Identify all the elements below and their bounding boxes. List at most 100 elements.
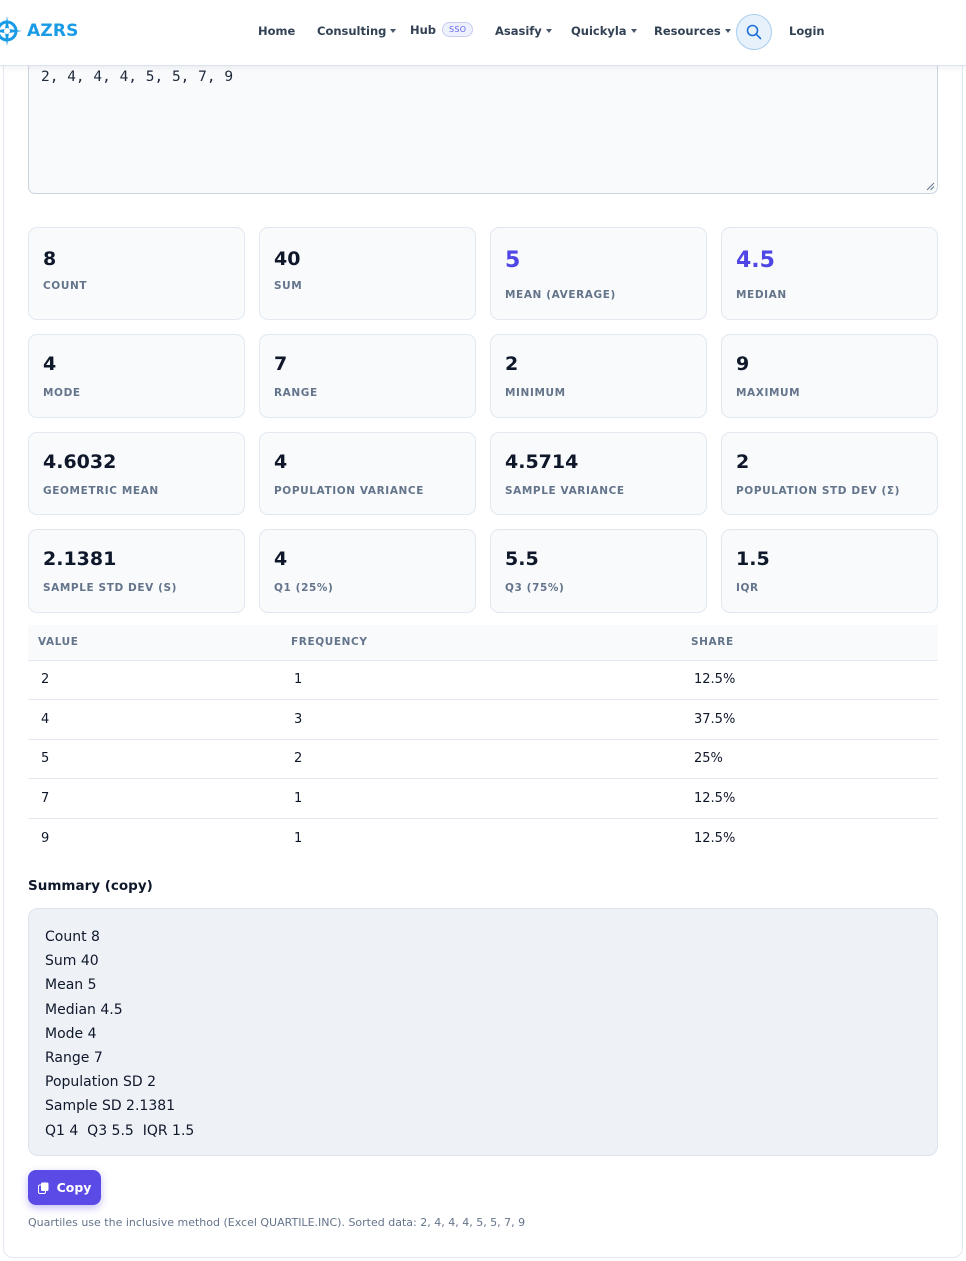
summary-line: Range 7 [45, 1050, 103, 1067]
stat-value: 8 [43, 248, 57, 270]
column-header-value: VALUE [28, 625, 281, 661]
stat-card: 2.1381 SAMPLE STD DEV (S) [28, 529, 245, 613]
nav-consulting[interactable]: Consulting [317, 24, 397, 38]
summary-text-box[interactable]: Count 8 Sum 40 Mean 5 Median 4.5 Mode 4 Range… [28, 908, 938, 1156]
stat-value: 4.5 [736, 248, 775, 273]
data-input-value: 2, 4, 4, 4, 5, 5, 7, 9 [41, 69, 234, 85]
cell-frequency: 3 [281, 699, 681, 740]
stat-label: SUM [274, 280, 303, 292]
caret-down-icon [630, 29, 637, 33]
nav-quickyla[interactable]: Quickyla [571, 24, 637, 38]
nav-resources-label: Resources [654, 24, 721, 38]
stat-label: SAMPLE STD DEV (S) [43, 582, 178, 594]
caret-down-icon [545, 29, 552, 33]
stat-value: 4 [43, 353, 57, 375]
data-input-textarea[interactable]: 2, 4, 4, 4, 5, 5, 7, 9 [28, 45, 938, 194]
table-row: 7 1 12.5% [28, 778, 938, 819]
login-link[interactable]: Login [789, 24, 825, 38]
cell-frequency: 1 [281, 660, 681, 700]
summary-line: Sum 40 [45, 953, 99, 970]
column-header-frequency: FREQUENCY [281, 625, 681, 661]
cell-value: 4 [28, 699, 281, 740]
copy-button[interactable]: Copy [28, 1170, 101, 1205]
stat-label: RANGE [274, 387, 318, 399]
stat-value: 4 [274, 451, 288, 473]
cell-share: 25% [681, 739, 938, 779]
stat-label: COUNT [43, 280, 88, 292]
cell-share: 37.5% [681, 699, 938, 740]
search-icon [746, 24, 762, 40]
cell-value: 5 [28, 739, 281, 779]
stat-label: MINIMUM [505, 387, 566, 399]
stat-value: 2.1381 [43, 548, 117, 570]
stat-card: 40 SUM [259, 227, 476, 320]
brand-logo-icon [0, 14, 24, 48]
cell-share: 12.5% [681, 660, 938, 700]
stat-value: 7 [274, 353, 288, 375]
stat-card: 4.6032 GEOMETRIC MEAN [28, 432, 245, 515]
stat-value: 40 [274, 248, 301, 270]
stat-label: MEDIAN [736, 289, 787, 301]
stat-card: 4 Q1 (25%) [259, 529, 476, 613]
login-label: Login [789, 24, 825, 38]
stat-card: 4 MODE [28, 334, 245, 418]
nav-asasify-label: Asasify [495, 24, 542, 38]
summary-line: Mean 5 [45, 977, 97, 994]
stat-label: SAMPLE VARIANCE [505, 485, 625, 497]
stat-label: GEOMETRIC MEAN [43, 485, 159, 497]
table-row: 9 1 12.5% [28, 818, 938, 858]
nav-hub[interactable]: Hub SSO [410, 22, 474, 37]
quartile-footnote: Quartiles use the inclusive method (Exce… [28, 1216, 526, 1229]
sso-badge: SSO [442, 22, 474, 37]
search-button[interactable] [736, 14, 772, 50]
summary-line: Count 8 [45, 929, 100, 945]
table-row: 2 1 12.5% [28, 660, 938, 700]
stat-value: 2 [736, 451, 750, 473]
stat-value: 4.6032 [43, 451, 117, 473]
cell-frequency: 1 [281, 778, 681, 819]
stat-card: 4.5 MEDIAN [721, 227, 938, 320]
nav-resources[interactable]: Resources [654, 24, 731, 38]
nav-consulting-label: Consulting [317, 24, 387, 38]
stat-label: Q1 (25%) [274, 582, 334, 594]
stat-card: 8 COUNT [28, 227, 245, 320]
stat-value: 1.5 [736, 548, 770, 570]
table-row: 4 3 37.5% [28, 699, 938, 740]
nav-home[interactable]: Home [258, 24, 295, 38]
brand-link[interactable]: AZRS [0, 14, 79, 48]
stat-value: 4.5714 [505, 451, 579, 473]
stat-value: 9 [736, 353, 750, 375]
stat-card: 5 MEAN (AVERAGE) [490, 227, 707, 320]
stat-card: 4.5714 SAMPLE VARIANCE [490, 432, 707, 515]
table-row: 5 2 25% [28, 739, 938, 779]
resize-grip-icon[interactable] [926, 182, 935, 191]
stat-label: IQR [736, 582, 759, 594]
summary-line: Median 4.5 [45, 1001, 123, 1018]
copy-button-label: Copy [56, 1180, 92, 1195]
cell-share: 12.5% [681, 778, 938, 819]
summary-line: Sample SD 2.1381 [45, 1098, 176, 1115]
cell-value: 9 [41, 830, 50, 846]
brand-name: AZRS [27, 21, 79, 41]
summary-line: Q1 4 Q3 5.5 IQR 1.5 [45, 1122, 195, 1139]
summary-line: Mode 4 [45, 1025, 97, 1042]
stat-label: MEAN (AVERAGE) [505, 289, 616, 301]
summary-title: Summary (copy) [28, 878, 153, 894]
nav-quickyla-label: Quickyla [571, 24, 627, 38]
caret-down-icon [390, 29, 397, 33]
cell-share: 12.5% [694, 830, 736, 846]
frequency-table: VALUE FREQUENCY SHARE 2 1 12.5% 4 3 37.5… [28, 625, 938, 858]
stat-value: 2 [505, 353, 519, 375]
stat-card: 4 POPULATION VARIANCE [259, 432, 476, 515]
stat-card: 1.5 IQR [721, 529, 938, 613]
stat-card: 2 MINIMUM [490, 334, 707, 418]
stat-label: Q3 (75%) [505, 582, 565, 594]
nav-asasify[interactable]: Asasify [495, 24, 552, 38]
cell-value: 2 [28, 660, 281, 700]
stat-value: 5 [505, 248, 521, 273]
stat-card: 9 MAXIMUM [721, 334, 938, 418]
stat-value: 4 [274, 548, 288, 570]
cell-value: 7 [28, 778, 281, 819]
stat-card: 5.5 Q3 (75%) [490, 529, 707, 613]
stat-label: MODE [43, 387, 81, 399]
